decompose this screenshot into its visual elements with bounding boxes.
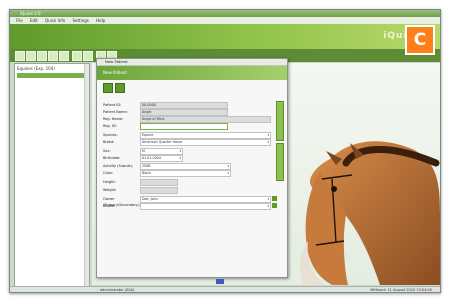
- height-field[interactable]: [140, 179, 178, 186]
- add-stable-button[interactable]: [272, 203, 277, 208]
- search-icon[interactable]: [48, 51, 58, 61]
- patient-id-field[interactable]: 00-0000: [140, 102, 228, 109]
- print-icon[interactable]: [37, 51, 47, 61]
- breed-value: American Quarter Horse: [142, 140, 183, 144]
- refresh-icon[interactable]: [15, 51, 25, 61]
- field-label: Patient ID:: [103, 103, 122, 107]
- chevron-down-icon: ▾: [227, 164, 229, 168]
- weight-field[interactable]: [140, 187, 178, 194]
- field-label: Patient Name:: [103, 110, 128, 114]
- activity-value: 2008: [142, 164, 151, 168]
- field-label: Height:: [103, 180, 116, 184]
- taskbar-app-icon[interactable]: [216, 279, 224, 284]
- sidebar-header: Equines (Exp. 104): [17, 66, 55, 71]
- save-icon[interactable]: [103, 83, 113, 93]
- chevron-down-icon: ▾: [179, 156, 181, 160]
- window-title: iQuine 2.0: [20, 11, 41, 16]
- header-banner: iQuine: [10, 24, 440, 49]
- close-icon[interactable]: [115, 83, 125, 93]
- chevron-down-icon: ▾: [267, 133, 269, 137]
- new-patient-dialog: New Patient New Patient Patient ID: 00-0…: [96, 58, 288, 278]
- color-select[interactable]: Black ▾: [140, 170, 231, 177]
- dialog-title: New Patient: [97, 59, 287, 66]
- sex-select[interactable]: M ▾: [140, 148, 183, 155]
- menu-file[interactable]: File: [16, 18, 23, 23]
- species-value: Equine: [142, 133, 154, 137]
- field-label: Reg. ID:: [103, 124, 117, 128]
- status-user: administrator (SSA): [100, 288, 135, 292]
- chevron-down-icon: ▾: [267, 140, 269, 144]
- corner-badge: C: [405, 25, 435, 55]
- dialog-header: New Patient: [97, 66, 287, 80]
- menu-edit[interactable]: Edit: [30, 18, 38, 23]
- field-label: Stable:: [103, 204, 116, 208]
- document-icon[interactable]: [59, 51, 69, 61]
- sidebar-panel: Equines (Exp. 104): [14, 63, 90, 287]
- save-icon[interactable]: [26, 51, 36, 61]
- menu-help[interactable]: Help: [96, 18, 105, 23]
- birthdate-field[interactable]: 01.01.2004 ▾: [140, 155, 183, 162]
- menu-settings[interactable]: Settings: [72, 18, 88, 23]
- field-label: Birthdate:: [103, 156, 121, 160]
- field-label: Reg. Name:: [103, 117, 124, 121]
- add-icon[interactable]: [83, 51, 93, 61]
- sidebar-selected-item[interactable]: [17, 73, 87, 78]
- reg-name-field[interactable]: Angel of Mine: [140, 116, 271, 123]
- field-label: Weight:: [103, 188, 117, 192]
- field-label: Color:: [103, 171, 114, 175]
- tab-patient-images[interactable]: [276, 143, 284, 181]
- stable-select[interactable]: ▾: [140, 203, 271, 210]
- edit-icon[interactable]: [72, 51, 82, 61]
- activity-select[interactable]: 2008 ▾: [140, 163, 231, 170]
- window-titlebar: iQuine 2.0: [10, 10, 440, 17]
- field-label: Sex:: [103, 149, 111, 153]
- add-owner-button[interactable]: [272, 196, 277, 201]
- field-label: Activity (Subcat):: [103, 164, 134, 168]
- menu-bar: File Edit Quick Info Settings Help: [10, 17, 440, 24]
- birthdate-value: 01.01.2004: [142, 156, 161, 160]
- status-datetime: Mittwoch 11 August 2010 13:54:00: [370, 288, 432, 292]
- reg-id-field[interactable]: [140, 123, 228, 130]
- breed-select[interactable]: American Quarter Horse ▾: [140, 139, 271, 146]
- field-label: Species:: [103, 133, 118, 137]
- menu-quick-info[interactable]: Quick Info: [45, 18, 65, 23]
- field-label: Breed:: [103, 140, 115, 144]
- owner-select[interactable]: Doe, John ▾: [140, 196, 271, 203]
- chevron-down-icon: ▾: [267, 204, 269, 208]
- status-bar: administrator (SSA) Mittwoch 11 August 2…: [10, 286, 440, 292]
- chevron-down-icon: ▾: [227, 171, 229, 175]
- owner-value: Doe, John: [142, 197, 158, 201]
- species-select[interactable]: Equine ▾: [140, 132, 271, 139]
- tab-patient-details[interactable]: [276, 101, 284, 141]
- chevron-down-icon: ▾: [179, 149, 181, 153]
- chevron-down-icon: ▾: [267, 197, 269, 201]
- color-value: Black: [142, 171, 151, 175]
- dialog-toolbar: [97, 80, 287, 94]
- patient-name-field[interactable]: Angel: [140, 109, 228, 116]
- sidebar-scrollbar[interactable]: [84, 64, 89, 286]
- sex-value: M: [142, 149, 145, 153]
